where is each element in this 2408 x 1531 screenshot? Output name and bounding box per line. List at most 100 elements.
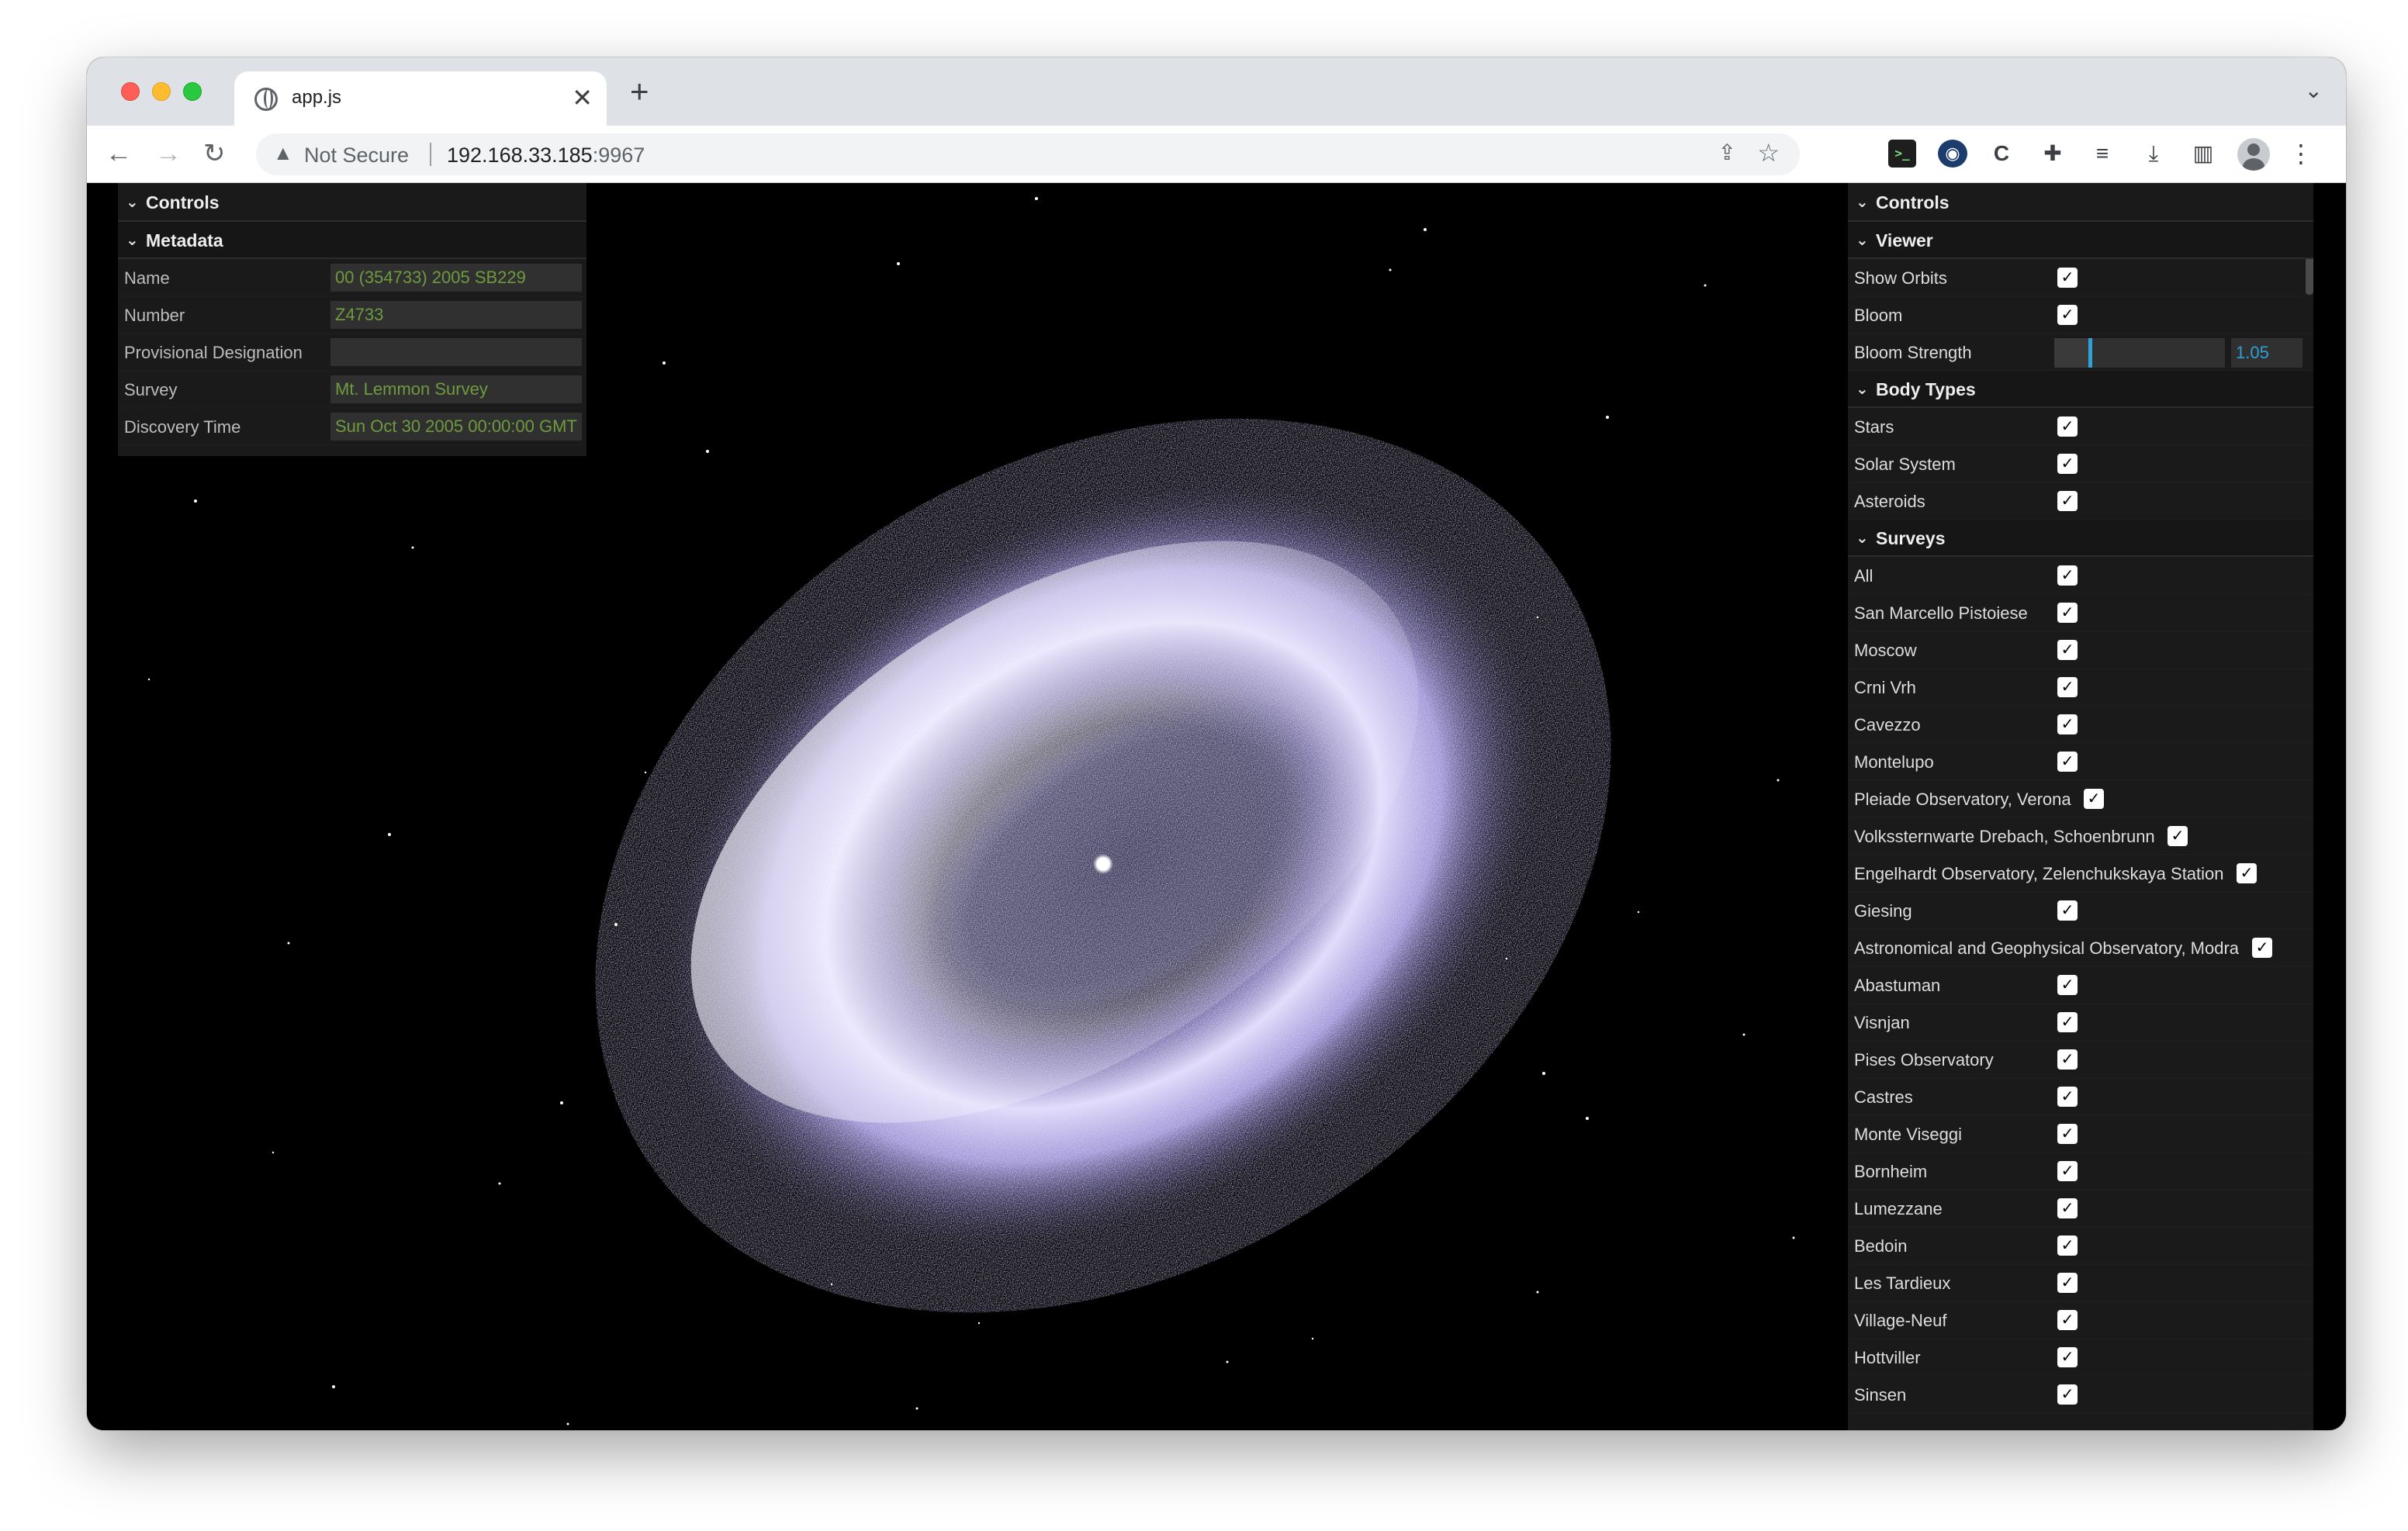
name-field[interactable]: 00 (354733) 2005 SB229 bbox=[330, 264, 582, 292]
bloom-strength-row: Bloom Strength 1.05 bbox=[1848, 334, 2313, 371]
monte-viseggi-checkbox[interactable] bbox=[2057, 1124, 2078, 1144]
sun bbox=[1093, 854, 1113, 874]
body-types-header[interactable]: ⌄ Body Types bbox=[1848, 371, 2313, 408]
show-orbits-checkbox[interactable] bbox=[2057, 268, 2078, 288]
security-label[interactable]: Not Secure bbox=[304, 143, 409, 168]
address-bar[interactable]: ▲ Not Secure 192.168.33.185:9967 ⇪ ☆ bbox=[256, 133, 1800, 175]
forward-arrow-icon[interactable]: → bbox=[155, 138, 182, 169]
metadata-row-provisional-designation: Provisional Designation bbox=[118, 334, 586, 371]
controls-header-left[interactable]: ⌄ Controls bbox=[118, 183, 586, 222]
checkbox-row-volkssternwarte-drebach-schoenbrunn: Volkssternwarte Drebach, Schoenbrunn bbox=[1848, 817, 2313, 855]
checkbox-row-san-marcello-pistoiese: San Marcello Pistoiese bbox=[1848, 594, 2313, 631]
bloom-strength-input[interactable]: 1.05 bbox=[2231, 338, 2302, 368]
number-field[interactable]: Z4733 bbox=[330, 301, 582, 329]
checkbox-label: Lumezzane bbox=[1854, 1199, 1943, 1218]
les-tardieux-checkbox[interactable] bbox=[2057, 1273, 2078, 1293]
checkbox-label: San Marcello Pistoiese bbox=[1854, 603, 2028, 623]
lumezzane-checkbox[interactable] bbox=[2057, 1198, 2078, 1218]
abastuman-checkbox[interactable] bbox=[2057, 975, 2078, 995]
bornheim-checkbox[interactable] bbox=[2057, 1161, 2078, 1181]
hottviller-checkbox[interactable] bbox=[2057, 1347, 2078, 1367]
checkbox-label: Giesing bbox=[1854, 901, 1912, 921]
close-window-button[interactable] bbox=[121, 82, 140, 101]
new-tab-button[interactable]: + bbox=[630, 74, 649, 109]
bookmark-star-icon[interactable]: ☆ bbox=[1757, 138, 1780, 168]
moscow-checkbox[interactable] bbox=[2057, 640, 2078, 660]
webgl-viewport[interactable]: ⌄ Controls ⌄ Metadata Name 00 (354733) 2… bbox=[87, 183, 2346, 1430]
sinsen-checkbox[interactable] bbox=[2057, 1384, 2078, 1405]
share-icon[interactable]: ⇪ bbox=[1718, 140, 1736, 165]
san-marcello-pistoiese-checkbox[interactable] bbox=[2057, 603, 2078, 623]
village-neuf-checkbox[interactable] bbox=[2057, 1310, 2078, 1330]
stars-checkbox[interactable] bbox=[2057, 416, 2078, 437]
visnjan-checkbox[interactable] bbox=[2057, 1012, 2078, 1032]
checkbox-row-lumezzane: Lumezzane bbox=[1848, 1190, 2313, 1227]
chevron-down-icon[interactable]: ⌄ bbox=[2305, 78, 2323, 103]
profile-avatar[interactable] bbox=[2237, 138, 2270, 171]
checkbox-label: Bedoin bbox=[1854, 1236, 1908, 1256]
astronomical-and-geophysical-observatory-modra-checkbox[interactable] bbox=[2252, 938, 2272, 958]
discovery-time-field[interactable]: Sun Oct 30 2005 00:00:00 GMT bbox=[330, 413, 582, 441]
side-panel-icon[interactable]: ▥ bbox=[2189, 140, 2217, 168]
minimize-window-button[interactable] bbox=[152, 82, 171, 101]
montelupo-checkbox[interactable] bbox=[2057, 752, 2078, 772]
show-orbits-row: Show Orbits bbox=[1848, 259, 2313, 296]
bloom-strength-slider[interactable] bbox=[2054, 338, 2225, 368]
maximize-window-button[interactable] bbox=[183, 82, 202, 101]
metadata-row-number: Number Z4733 bbox=[118, 296, 586, 334]
checkbox-row-solar-system: Solar System bbox=[1848, 445, 2313, 482]
checkbox-row-astronomical-and-geophysical-observatory-modra: Astronomical and Geophysical Observatory… bbox=[1848, 929, 2313, 966]
solar-system-checkbox[interactable] bbox=[2057, 454, 2078, 474]
body-types-title: Body Types bbox=[1876, 379, 1976, 399]
bloom-checkbox[interactable] bbox=[2057, 305, 2078, 325]
terminal-extension-icon[interactable]: >_ bbox=[1888, 140, 1916, 168]
checkbox-label: Hottviller bbox=[1854, 1348, 1921, 1367]
all-checkbox[interactable] bbox=[2057, 565, 2078, 586]
back-arrow-icon[interactable]: ← bbox=[106, 138, 132, 169]
bloom-strength-label: Bloom Strength bbox=[1854, 343, 1972, 362]
bedoin-checkbox[interactable] bbox=[2057, 1236, 2078, 1256]
controls-title: Controls bbox=[1876, 192, 1950, 213]
checkbox-label: Cavezzo bbox=[1854, 715, 1921, 734]
provisional-designation-field[interactable] bbox=[330, 338, 582, 366]
checkbox-row-crni-vrh: Crni Vrh bbox=[1848, 669, 2313, 706]
tab-app-js[interactable]: app.js ✕ bbox=[234, 71, 607, 126]
checkbox-label: Visnjan bbox=[1854, 1013, 1910, 1032]
more-menu-icon[interactable]: ⋮ bbox=[2289, 138, 2313, 169]
giesing-checkbox[interactable] bbox=[2057, 900, 2078, 921]
checkbox-row-all: All bbox=[1848, 557, 2313, 594]
field-label: Number bbox=[124, 306, 185, 325]
slider-thumb[interactable] bbox=[2088, 338, 2093, 368]
surveys-header[interactable]: ⌄ Surveys bbox=[1848, 520, 2313, 557]
volkssternwarte-drebach-schoenbrunn-checkbox[interactable] bbox=[2168, 826, 2188, 846]
reading-list-icon[interactable]: ≡ bbox=[2088, 140, 2116, 168]
reload-icon[interactable]: ↻ bbox=[203, 138, 226, 169]
css-extension-icon[interactable]: C bbox=[1988, 140, 2015, 168]
pises-observatory-checkbox[interactable] bbox=[2057, 1049, 2078, 1070]
checkbox-row-pises-observatory: Pises Observatory bbox=[1848, 1041, 2313, 1078]
crni-vrh-checkbox[interactable] bbox=[2057, 677, 2078, 697]
cavezzo-checkbox[interactable] bbox=[2057, 714, 2078, 734]
castres-checkbox[interactable] bbox=[2057, 1087, 2078, 1107]
checkbox-label: Volkssternwarte Drebach, Schoenbrunn bbox=[1854, 827, 2155, 846]
metadata-row-discovery-time: Discovery Time Sun Oct 30 2005 00:00:00 … bbox=[118, 408, 586, 445]
engelhardt-observatory-zelenchukskaya-station-checkbox[interactable] bbox=[2237, 863, 2257, 883]
field-label: Survey bbox=[124, 380, 178, 399]
field-label: Name bbox=[124, 268, 170, 288]
pleiade-observatory-verona-checkbox[interactable] bbox=[2084, 789, 2104, 809]
eye-extension-icon[interactable]: ◉ bbox=[1938, 140, 1967, 168]
controls-title: Controls bbox=[146, 192, 220, 213]
controls-header-right[interactable]: ⌄ Controls bbox=[1848, 183, 2313, 222]
viewer-header[interactable]: ⌄ Viewer bbox=[1848, 222, 2313, 259]
checkbox-label: Engelhardt Observatory, Zelenchukskaya S… bbox=[1854, 864, 2224, 883]
checkbox-row-pleiade-observatory-verona: Pleiade Observatory, Verona bbox=[1848, 780, 2313, 817]
close-tab-icon[interactable]: ✕ bbox=[572, 82, 593, 113]
download-icon[interactable]: ⤓ bbox=[2140, 140, 2168, 168]
url-text[interactable]: 192.168.33.185:9967 bbox=[447, 143, 645, 168]
asteroids-checkbox[interactable] bbox=[2057, 491, 2078, 511]
checkbox-row-stars: Stars bbox=[1848, 408, 2313, 445]
extensions-puzzle-icon[interactable]: ✚ bbox=[2039, 140, 2067, 168]
viewer-title: Viewer bbox=[1876, 230, 1933, 251]
metadata-header[interactable]: ⌄ Metadata bbox=[118, 222, 586, 259]
survey-field[interactable]: Mt. Lemmon Survey bbox=[330, 375, 582, 403]
